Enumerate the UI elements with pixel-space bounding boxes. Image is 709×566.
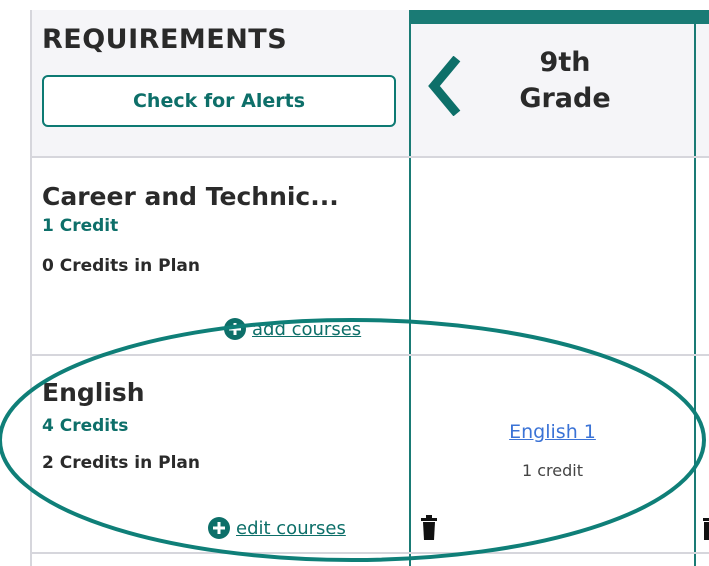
requirements-header: REQUIREMENTS Check for Alerts xyxy=(30,10,410,157)
plus-circle-icon xyxy=(208,517,230,539)
chevron-left-icon[interactable] xyxy=(426,56,462,116)
plus-circle-icon xyxy=(224,318,246,340)
grade-title: 9th Grade xyxy=(505,45,625,117)
left-border xyxy=(30,10,32,566)
grade-title-text: 9th Grade xyxy=(519,47,611,114)
trash-icon-next-column[interactable] xyxy=(703,515,709,541)
course-credit-english-1: 1 credit xyxy=(521,461,583,480)
edit-courses-label[interactable]: edit courses xyxy=(236,518,346,539)
planner-canvas: REQUIREMENTS Check for Alerts 9th Grade C… xyxy=(0,0,709,566)
requirement-credits-english: 4 Credits xyxy=(42,416,129,436)
row-divider-2 xyxy=(30,552,709,554)
requirement-in-plan-cte: 0 Credits in Plan xyxy=(42,256,201,276)
requirement-credits-cte: 1 Credit xyxy=(42,216,119,236)
requirement-in-plan-english: 2 Credits in Plan xyxy=(42,453,201,473)
edit-courses-link[interactable]: edit courses xyxy=(208,517,346,539)
column-divider-2 xyxy=(694,10,696,566)
check-for-alerts-button[interactable]: Check for Alerts xyxy=(42,75,396,127)
add-courses-link[interactable]: add courses xyxy=(224,318,361,340)
next-grade-column-header xyxy=(695,10,709,157)
requirements-title: REQUIREMENTS xyxy=(42,24,288,55)
requirement-title-english: English xyxy=(42,378,145,407)
header-divider xyxy=(30,156,709,158)
grade-header-accent-bar xyxy=(410,10,709,24)
course-link-english-1[interactable]: English 1 xyxy=(470,421,635,443)
requirement-title-cte: Career and Technic... xyxy=(42,182,339,211)
trash-icon[interactable] xyxy=(420,515,438,541)
row-divider-1 xyxy=(30,354,709,356)
add-courses-label[interactable]: add courses xyxy=(252,319,361,340)
column-divider-1 xyxy=(409,10,411,566)
